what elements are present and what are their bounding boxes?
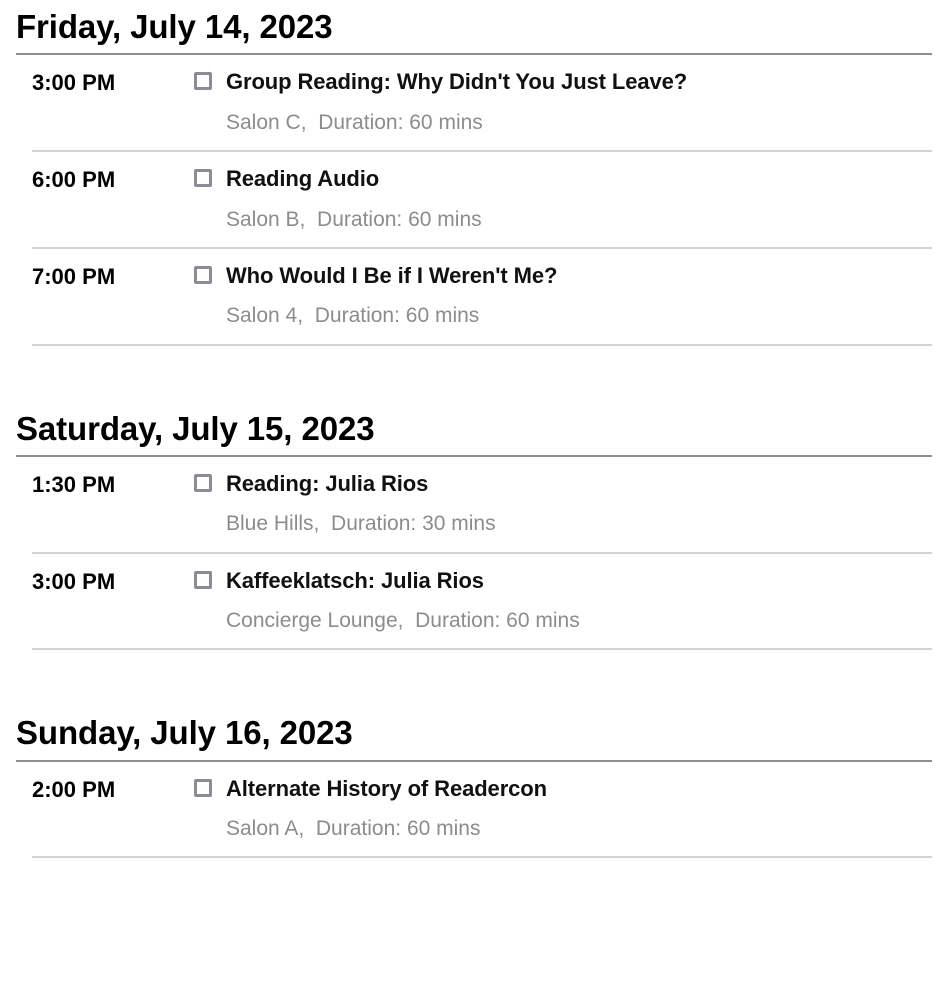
event-body: Alternate History of Readercon Salon A, D… xyxy=(194,775,932,843)
event-checkbox[interactable] xyxy=(194,571,212,589)
event-checkbox[interactable] xyxy=(194,266,212,284)
event-title: Alternate History of Readercon xyxy=(226,775,547,803)
event-title: Kaffeeklatsch: Julia Rios xyxy=(226,567,484,595)
event-title: Reading: Julia Rios xyxy=(226,470,428,498)
day-heading: Saturday, July 15, 2023 xyxy=(16,402,932,457)
event-title: Reading Audio xyxy=(226,165,379,193)
event-meta: Blue Hills, Duration: 30 mins xyxy=(194,511,932,537)
event-row[interactable]: 3:00 PM Group Reading: Why Didn't You Jus… xyxy=(32,55,932,152)
day-group: Sunday, July 16, 20232:00 PMAlternate Hi… xyxy=(0,706,948,858)
event-body: Kaffeeklatsch: Julia Rios Concierge Loung… xyxy=(194,567,932,635)
event-row[interactable]: 2:00 PM Alternate History of Readercon Sal… xyxy=(32,762,932,859)
event-body: Reading: Julia Rios Blue Hills, Duration:… xyxy=(194,470,932,538)
event-meta: Concierge Lounge, Duration: 60 mins xyxy=(194,608,932,634)
event-main: 7:00 PM Who Would I Be if I Weren't Me? Sa… xyxy=(32,262,932,330)
event-title-line: Alternate History of Readercon xyxy=(194,775,932,803)
event-main: 3:00 PM Group Reading: Why Didn't You Jus… xyxy=(32,68,932,136)
day-group: Friday, July 14, 2023 3:00 PM Group Readin… xyxy=(0,0,948,346)
day-heading: Friday, July 14, 2023 xyxy=(16,0,932,55)
event-body: Who Would I Be if I Weren't Me? Salon 4, … xyxy=(194,262,932,330)
event-meta: Salon A, Duration: 60 mins xyxy=(194,816,932,842)
event-checkbox[interactable] xyxy=(194,779,212,797)
event-main: 6:00 PM Reading Audio Salon B, Duration: 6… xyxy=(32,165,932,233)
event-row[interactable]: 7:00 PM Who Would I Be if I Weren't Me? Sa… xyxy=(32,249,932,346)
event-body: Reading Audio Salon B, Duration: 60 mins xyxy=(194,165,932,233)
event-main: 3:00 PM Kaffeeklatsch: Julia Rios Concierg… xyxy=(32,567,932,635)
day-group: Saturday, July 15, 20231:30 PMReading: J… xyxy=(0,402,948,651)
day-heading: Sunday, July 16, 2023 xyxy=(16,706,932,761)
schedule-list: Friday, July 14, 2023 3:00 PM Group Readin… xyxy=(0,0,948,858)
event-meta: Salon 4, Duration: 60 mins xyxy=(194,303,932,329)
event-checkbox[interactable] xyxy=(194,72,212,90)
event-main: 1:30 PM Reading: Julia Rios Blue Hills, Du… xyxy=(32,470,932,538)
event-checkbox[interactable] xyxy=(194,474,212,492)
event-row[interactable]: 3:00 PM Kaffeeklatsch: Julia Rios Concierg… xyxy=(32,554,932,651)
event-title: Who Would I Be if I Weren't Me? xyxy=(226,262,557,290)
event-time: 3:00 PM xyxy=(32,68,194,97)
event-title: Group Reading: Why Didn't You Just Leave… xyxy=(226,68,687,96)
event-title-line: Reading Audio xyxy=(194,165,932,193)
event-main: 2:00 PM Alternate History of Readercon Sal… xyxy=(32,775,932,843)
event-row[interactable]: 6:00 PM Reading Audio Salon B, Duration: 6… xyxy=(32,152,932,249)
event-meta: Salon C, Duration: 60 mins xyxy=(194,110,932,136)
event-title-line: Kaffeeklatsch: Julia Rios xyxy=(194,567,932,595)
event-checkbox[interactable] xyxy=(194,169,212,187)
event-time: 6:00 PM xyxy=(32,165,194,194)
event-time: 3:00 PM xyxy=(32,567,194,596)
event-time: 1:30 PM xyxy=(32,470,194,499)
event-title-line: Who Would I Be if I Weren't Me? xyxy=(194,262,932,290)
event-body: Group Reading: Why Didn't You Just Leave… xyxy=(194,68,932,136)
event-meta: Salon B, Duration: 60 mins xyxy=(194,207,932,233)
event-row[interactable]: 1:30 PM Reading: Julia Rios Blue Hills, Du… xyxy=(32,457,932,554)
event-time: 7:00 PM xyxy=(32,262,194,291)
event-title-line: Reading: Julia Rios xyxy=(194,470,932,498)
event-title-line: Group Reading: Why Didn't You Just Leave… xyxy=(194,68,932,96)
event-time: 2:00 PM xyxy=(32,775,194,804)
